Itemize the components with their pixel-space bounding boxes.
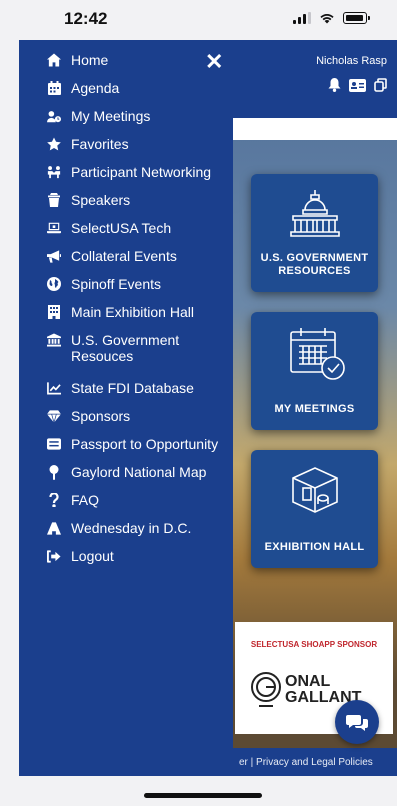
wifi-icon: [320, 14, 334, 24]
menu-label-gaylord-national-map: Gaylord National Map: [71, 464, 207, 480]
exhibition-hall-tile[interactable]: EXHIBITION HALL: [251, 450, 378, 568]
home-icon: [47, 53, 61, 67]
sponsor-name-line1: ONAL: [285, 673, 331, 690]
chat-button[interactable]: [335, 700, 379, 744]
signal-icon: [293, 12, 311, 24]
megaphone-icon: [47, 249, 61, 263]
menu-item-favorites[interactable]: Favorites: [19, 130, 233, 158]
chat-icon: [346, 715, 368, 731]
status-time: 12:42: [64, 9, 108, 28]
menu-label-wednesday-in-dc: Wednesday in D.C.: [71, 520, 192, 536]
menu-item-collateral-events[interactable]: Collateral Events: [19, 242, 233, 270]
menu-label-favorites: Favorites: [71, 136, 129, 152]
capitol-icon: [290, 190, 340, 237]
user-name: Nicholas Rasp: [316, 55, 387, 67]
gov-resources-label: U.S. GOVERNMENT RESOURCES: [260, 252, 369, 277]
menu-label-agenda: Agenda: [71, 80, 120, 96]
building-icon: [47, 305, 61, 319]
menu-label-home: Home: [71, 52, 109, 68]
microphone-icon: [47, 193, 61, 207]
laptop-icon: [47, 221, 61, 235]
menu-label-participant-networking: Participant Networking: [71, 164, 212, 180]
menu-item-faq[interactable]: FAQ: [19, 486, 233, 514]
menu-item-agenda[interactable]: Agenda: [19, 74, 233, 102]
app-screen: U.S. GOVERNMENT RESOURCES MY MEETINGS EX…: [19, 40, 397, 776]
menu-label-sponsors: Sponsors: [71, 408, 131, 424]
map-pin-icon: [47, 464, 61, 480]
sponsor-label: SELECTUSA SHOAPP SPONSOR: [250, 640, 378, 649]
calendar-check-icon: [290, 328, 345, 380]
menu-label-collateral-events: Collateral Events: [71, 248, 177, 264]
menu-label-us-government-resources: U.S. Government Resouces: [71, 332, 180, 364]
menu-label-spinoff-events: Spinoff Events: [71, 276, 162, 292]
star-icon: [47, 137, 61, 151]
menu-item-my-meetings[interactable]: My Meetings: [19, 102, 233, 130]
meeting-icon: [47, 109, 61, 123]
menu-item-state-fdi-database[interactable]: State FDI Database: [19, 374, 233, 402]
id-card-icon[interactable]: [349, 78, 366, 92]
menu-item-home[interactable]: Home: [19, 46, 233, 74]
status-icons: [293, 12, 370, 24]
menu-label-speakers: Speakers: [71, 192, 131, 208]
side-menu: Home Agenda My Meetings Favorites Partic…: [19, 46, 233, 570]
logout-icon: [47, 549, 61, 563]
chart-icon: [47, 381, 61, 395]
menu-label-logout: Logout: [71, 548, 114, 564]
menu-label-selectusa-tech: SelectUSA Tech: [71, 220, 172, 236]
networking-icon: [47, 165, 61, 179]
menu-item-sponsors[interactable]: Sponsors: [19, 402, 233, 430]
calendar-icon: [47, 81, 61, 95]
menu-label-my-meetings: My Meetings: [71, 108, 151, 124]
menu-label-passport-to-opportunity: Passport to Opportunity: [71, 436, 219, 452]
my-meetings-label: MY MEETINGS: [274, 403, 355, 415]
home-indicator[interactable]: [144, 793, 262, 798]
government-icon: [47, 333, 61, 347]
battery-icon: [343, 12, 370, 24]
question-icon: [47, 493, 61, 507]
copy-icon[interactable]: [374, 78, 387, 92]
content-top-strip: [233, 118, 397, 140]
bell-icon[interactable]: [328, 78, 341, 92]
menu-label-state-fdi-database: State FDI Database: [71, 380, 194, 396]
menu-label-faq: FAQ: [71, 492, 100, 508]
gov-resources-tile[interactable]: U.S. GOVERNMENT RESOURCES: [251, 174, 378, 292]
sponsor-logo-icon: [251, 672, 281, 707]
menu-item-wednesday-in-dc[interactable]: Wednesday in D.C.: [19, 514, 233, 542]
menu-item-gaylord-national-map[interactable]: Gaylord National Map: [19, 458, 233, 486]
my-meetings-tile[interactable]: MY MEETINGS: [251, 312, 378, 430]
booth-icon: [292, 467, 338, 513]
menu-item-main-exhibition-hall[interactable]: Main Exhibition Hall: [19, 298, 233, 326]
menu-item-selectusa-tech[interactable]: SelectUSA Tech: [19, 214, 233, 242]
header-actions: [328, 78, 387, 92]
footer-links[interactable]: er | Privacy and Legal Policies: [239, 757, 373, 768]
passport-icon: [47, 437, 61, 451]
menu-label-main-exhibition-hall: Main Exhibition Hall: [71, 304, 194, 320]
menu-item-participant-networking[interactable]: Participant Networking: [19, 158, 233, 186]
menu-item-speakers[interactable]: Speakers: [19, 186, 233, 214]
home-bar-area: [0, 776, 397, 806]
menu-item-logout[interactable]: Logout: [19, 542, 233, 570]
menu-item-passport-to-opportunity[interactable]: Passport to Opportunity: [19, 430, 233, 458]
menu-item-us-government-resources[interactable]: U.S. Government Resouces: [19, 326, 233, 374]
menu-item-spinoff-events[interactable]: Spinoff Events: [19, 270, 233, 298]
status-bar: 12:42: [0, 0, 397, 40]
gem-icon: [47, 409, 61, 423]
dashboard-content: U.S. GOVERNMENT RESOURCES MY MEETINGS EX…: [233, 118, 397, 748]
globe-icon: [47, 277, 61, 291]
exhibition-hall-label: EXHIBITION HALL: [264, 541, 365, 553]
monument-icon: [47, 521, 61, 535]
